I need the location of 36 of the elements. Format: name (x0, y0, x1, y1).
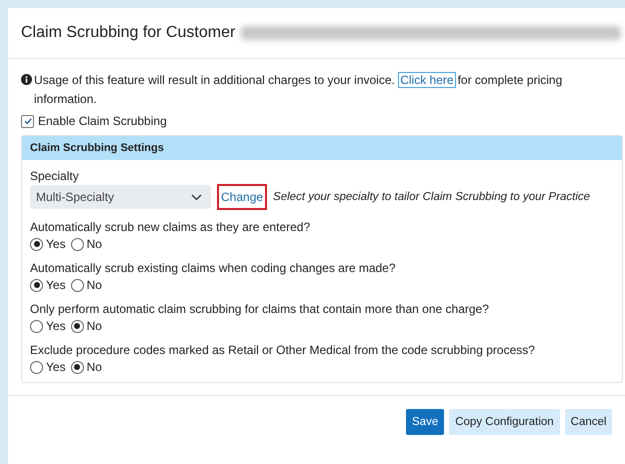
radio-label: Yes (46, 360, 66, 374)
question-text: Exclude procedure codes marked as Retail or Other Medical from the code scrubbing process? (30, 343, 536, 357)
radio-button[interactable] (30, 360, 43, 374)
question-text: Automatically scrub new claims as they are entered? (30, 220, 312, 234)
radio-label: No (86, 319, 102, 333)
specialty-label: Specialty (30, 169, 80, 183)
radio-label: No (86, 237, 102, 251)
settings-header: Claim Scrubbing Settings (22, 136, 622, 160)
radio-button[interactable] (30, 278, 43, 292)
specialty-dropdown[interactable]: Multi-Specialty (30, 185, 211, 209)
dialog-button[interactable]: Cancel (564, 409, 612, 435)
change-link[interactable]: Change (217, 184, 268, 210)
radio-label: Yes (46, 319, 66, 333)
radio-button[interactable] (30, 320, 43, 332)
radio-label: No (86, 278, 102, 292)
dialog-button[interactable]: Copy Configuration (449, 409, 560, 435)
radio-button[interactable] (70, 278, 84, 292)
click-here-link[interactable]: Click here (398, 72, 456, 88)
radio-button[interactable] (30, 238, 43, 250)
info-icon (21, 74, 32, 85)
dialog-title: Claim Scrubbing for Customer (21, 24, 236, 42)
chevron-down-icon (191, 194, 202, 200)
radio-label: Yes (46, 278, 66, 292)
check-icon (22, 116, 32, 126)
enable-label: Enable Claim Scrubbing (38, 114, 167, 128)
radio-label: Yes (46, 237, 66, 251)
radio-button[interactable] (70, 360, 84, 374)
radio-button[interactable] (70, 320, 84, 332)
radio-button[interactable] (70, 238, 84, 250)
enable-checkbox[interactable] (21, 114, 34, 128)
specialty-hint: Select your specialty to tailor Claim Scrubbing to your Practice (273, 191, 590, 203)
question-text: Automatically scrub existing claims when coding changes are made? (30, 261, 397, 275)
pricing-notice: Usage of this feature will result in additional charges to your invoice. Click here for complete pricing information. (34, 71, 564, 108)
radio-label: No (86, 360, 102, 374)
question-text: Only perform automatic claim scrubbing for claims that contain more than one charge? (30, 302, 490, 316)
dialog-button[interactable]: Save (406, 409, 444, 435)
